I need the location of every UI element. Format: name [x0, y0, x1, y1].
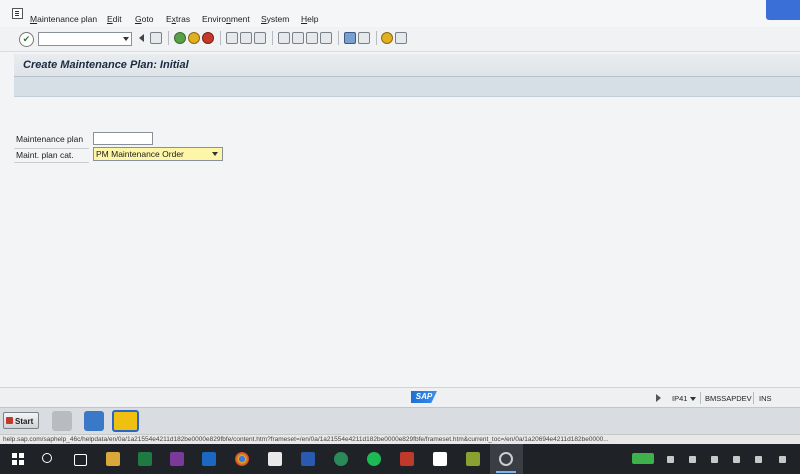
layout-menu-icon[interactable] — [395, 32, 407, 44]
task-view-icon[interactable] — [74, 454, 87, 466]
new-session-icon[interactable] — [344, 32, 356, 44]
active-indicator — [496, 471, 516, 473]
menu-help-rest: elp — [307, 14, 319, 24]
chevron-down-icon[interactable] — [123, 37, 129, 41]
first-page-icon[interactable] — [278, 32, 290, 44]
maintenance-plan-input[interactable] — [93, 132, 153, 145]
find-icon[interactable] — [240, 32, 252, 44]
tray-volume-icon[interactable] — [733, 456, 740, 463]
cancel-icon[interactable] — [202, 32, 214, 44]
standard-toolbar: ✔ — [0, 27, 800, 52]
sap-logo: SAP — [411, 391, 437, 403]
plan-category-value: PM Maintenance Order — [96, 149, 184, 159]
menu-extras[interactable]: Extras — [166, 14, 190, 24]
menu-maintenance-plan-rest: aintenance plan — [37, 14, 98, 24]
status-toggle-icon[interactable] — [656, 394, 661, 402]
launcher-bar: Start — [0, 407, 800, 435]
application-toolbar — [14, 77, 800, 97]
menu-goto[interactable]: Goto — [135, 14, 153, 24]
windows-taskbar — [0, 444, 800, 474]
app-white-icon[interactable] — [433, 452, 447, 466]
tray-person-icon[interactable] — [667, 456, 674, 463]
menu-environment-rest: ment — [230, 14, 250, 24]
exit-icon[interactable] — [188, 32, 200, 44]
chrome-icon[interactable] — [235, 452, 249, 466]
back-icon[interactable] — [138, 32, 146, 44]
computer-icon[interactable] — [52, 411, 72, 431]
app-green-icon[interactable] — [334, 452, 348, 466]
print-icon[interactable] — [226, 32, 238, 44]
start-label: Start — [15, 417, 34, 426]
plan-category-label: Maint. plan cat. — [16, 150, 74, 160]
spotify-icon[interactable] — [367, 452, 381, 466]
close-icon[interactable] — [788, 436, 796, 444]
tray-network-icon[interactable] — [711, 456, 718, 463]
recording-app-icon[interactable] — [499, 452, 513, 466]
status-bar: SAP IP41 BMSSAPDEV INS — [0, 387, 800, 408]
menu-maintenance-plan[interactable]: Maintenance plan — [30, 14, 97, 24]
app-window-icon[interactable] — [84, 411, 104, 431]
status-transaction: IP41 — [672, 394, 688, 403]
app-olive-icon[interactable] — [466, 452, 480, 466]
start-button[interactable]: Start — [3, 412, 39, 429]
toolbar-separator — [168, 31, 169, 45]
status-separator — [700, 392, 701, 404]
menu-bar: Maintenance plan Edit Goto Extras Enviro… — [0, 0, 800, 27]
menu-edit[interactable]: Edit — [107, 14, 122, 24]
status-system: BMSSAPDEV — [705, 394, 752, 403]
back-green-icon[interactable] — [174, 32, 186, 44]
previous-page-icon[interactable] — [292, 32, 304, 44]
last-page-icon[interactable] — [320, 32, 332, 44]
help-icon[interactable] — [381, 32, 393, 44]
title-bar: Create Maintenance Plan: Initial — [14, 54, 800, 77]
menu-goto-rest: oto — [141, 14, 154, 24]
shortcut-icon[interactable] — [358, 32, 370, 44]
system-menu-icon[interactable] — [12, 8, 23, 19]
word-icon[interactable] — [301, 452, 315, 466]
sap-logon-icon[interactable] — [112, 410, 139, 432]
tray-chevron-icon[interactable] — [689, 456, 696, 463]
snipping-tool-icon[interactable] — [268, 452, 282, 466]
windows-start-icon[interactable] — [12, 453, 24, 465]
command-field[interactable] — [38, 32, 132, 46]
find-next-icon[interactable] — [254, 32, 266, 44]
toolbar-separator — [220, 31, 221, 45]
window-control-button[interactable] — [766, 0, 800, 20]
file-explorer-icon[interactable] — [106, 452, 120, 466]
plan-category-select[interactable]: PM Maintenance Order — [93, 147, 223, 161]
menu-edit-rest: dit — [112, 14, 122, 24]
menu-environment-pre: Enviro — [202, 14, 227, 24]
page-title: Create Maintenance Plan: Initial — [23, 59, 189, 71]
status-separator — [753, 392, 754, 404]
tray-keyboard-icon[interactable] — [755, 456, 762, 463]
maintenance-plan-label: Maintenance plan — [16, 134, 84, 144]
start-icon — [6, 417, 13, 424]
menu-system-rest: ystem — [266, 14, 290, 24]
powerpoint-icon[interactable] — [400, 452, 414, 466]
search-icon[interactable] — [42, 453, 52, 463]
save-icon[interactable] — [150, 32, 162, 44]
chevron-down-icon[interactable] — [690, 397, 696, 401]
menu-help[interactable]: Help — [301, 14, 318, 24]
outlook-icon[interactable] — [202, 452, 216, 466]
toolbar-separator — [376, 31, 377, 45]
menu-extras-rest: tras — [175, 14, 191, 24]
status-mode: INS — [759, 394, 772, 403]
toolbar-separator — [272, 31, 273, 45]
tray-notification-icon[interactable] — [779, 456, 786, 463]
onenote-icon[interactable] — [170, 452, 184, 466]
tray-green-badge[interactable] — [632, 453, 654, 464]
menu-environment[interactable]: Environment — [202, 14, 250, 24]
chevron-down-icon[interactable] — [212, 152, 218, 156]
enter-icon[interactable]: ✔ — [19, 32, 34, 47]
excel-icon[interactable] — [138, 452, 152, 466]
toolbar-separator — [338, 31, 339, 45]
status-url: help.sap.com/saphelp_46c/helpdata/en/0a/… — [3, 436, 609, 443]
next-page-icon[interactable] — [306, 32, 318, 44]
menu-system[interactable]: System — [261, 14, 289, 24]
